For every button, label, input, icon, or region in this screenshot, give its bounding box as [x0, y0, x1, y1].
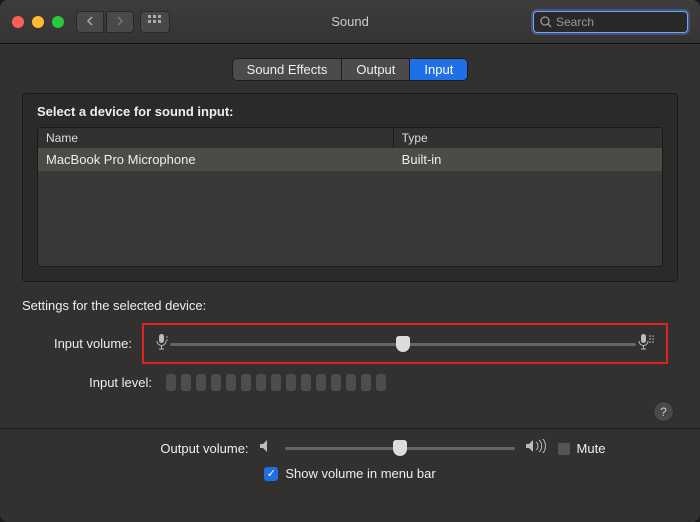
- grid-icon: [148, 15, 162, 25]
- mute-control[interactable]: Mute: [557, 441, 606, 456]
- mic-high-icon: [636, 332, 656, 357]
- tab-output[interactable]: Output: [342, 59, 410, 80]
- col-type-header[interactable]: Type: [394, 128, 662, 148]
- slider-thumb[interactable]: [393, 440, 407, 456]
- input-level-meter: [162, 374, 668, 391]
- speaker-low-icon: [259, 439, 275, 458]
- show-volume-row[interactable]: ✓ Show volume in menu bar: [22, 466, 678, 481]
- table-header: Name Type: [38, 128, 662, 148]
- close-button[interactable]: [12, 16, 24, 28]
- table-body: MacBook Pro Microphone Built-in: [38, 148, 662, 266]
- input-volume-label: Input volume:: [32, 336, 142, 351]
- show-volume-checkbox[interactable]: ✓: [264, 467, 278, 481]
- tab-input[interactable]: Input: [410, 59, 467, 80]
- output-volume-label: Output volume:: [95, 441, 259, 456]
- show-volume-label: Show volume in menu bar: [285, 466, 435, 481]
- bottom-panel: Output volume: Mute ✓ Show volume in men…: [0, 428, 700, 491]
- input-level-label: Input level:: [32, 375, 162, 390]
- search-field[interactable]: Search: [533, 11, 688, 33]
- table-row[interactable]: MacBook Pro Microphone Built-in: [38, 148, 662, 171]
- mute-label: Mute: [577, 441, 606, 456]
- zoom-button[interactable]: [52, 16, 64, 28]
- show-all-button[interactable]: [140, 11, 170, 33]
- device-select-panel: Select a device for sound input: Name Ty…: [22, 93, 678, 282]
- sound-preferences-window: Sound Search Sound Effects Output Input …: [0, 0, 700, 522]
- col-name-header[interactable]: Name: [38, 128, 394, 148]
- mute-checkbox[interactable]: [557, 442, 571, 456]
- minimize-button[interactable]: [32, 16, 44, 28]
- tab-sound-effects[interactable]: Sound Effects: [233, 59, 343, 80]
- settings-heading: Settings for the selected device:: [22, 298, 678, 313]
- forward-button[interactable]: [106, 11, 134, 33]
- back-button[interactable]: [76, 11, 104, 33]
- titlebar: Sound Search: [0, 0, 700, 44]
- input-volume-highlight: [142, 323, 668, 364]
- output-volume-row: Output volume: Mute: [22, 439, 678, 458]
- nav-buttons: [76, 11, 134, 33]
- slider-thumb[interactable]: [396, 336, 410, 352]
- help-button[interactable]: ?: [653, 401, 674, 422]
- device-type: Built-in: [394, 150, 662, 169]
- input-volume-row: Input volume:: [32, 323, 668, 364]
- speaker-high-icon: [525, 439, 547, 458]
- input-volume-slider[interactable]: [170, 343, 636, 346]
- mic-low-icon: [154, 332, 170, 357]
- input-level-row: Input level:: [32, 374, 668, 391]
- device-select-title: Select a device for sound input:: [37, 104, 663, 119]
- traffic-lights: [12, 16, 64, 28]
- table-empty-area: [38, 171, 662, 265]
- search-placeholder: Search: [556, 15, 594, 29]
- chevron-right-icon: [116, 16, 124, 26]
- tabs: Sound Effects Output Input: [0, 58, 700, 81]
- device-name: MacBook Pro Microphone: [38, 150, 394, 169]
- device-settings: Input volume: Input level:: [32, 323, 668, 391]
- output-volume-slider[interactable]: [285, 447, 515, 450]
- search-icon: [540, 16, 552, 28]
- chevron-left-icon: [86, 16, 94, 26]
- device-table: Name Type MacBook Pro Microphone Built-i…: [37, 127, 663, 267]
- help-row: ?: [26, 401, 674, 422]
